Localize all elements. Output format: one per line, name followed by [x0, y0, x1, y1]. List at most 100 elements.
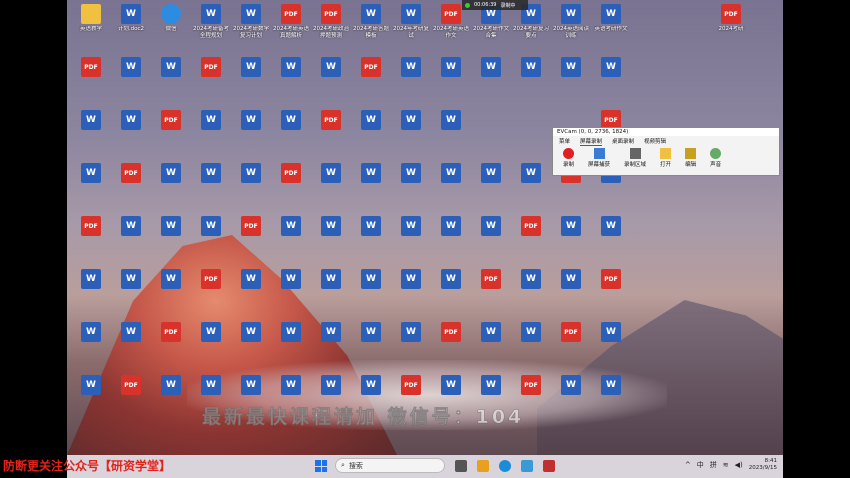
desktop-icon[interactable]: PDF: [512, 216, 550, 236]
desktop-icon[interactable]: W: [152, 57, 190, 77]
desktop-icon[interactable]: PDF 2024考研英语真题解析: [272, 4, 310, 40]
desktop-icon[interactable]: W: [312, 57, 350, 77]
desktop-icon[interactable]: W: [472, 322, 510, 342]
desktop-icon[interactable]: W: [432, 216, 470, 236]
desktop-icon[interactable]: W: [112, 269, 150, 289]
screen-capture-button[interactable]: 屏幕捕获: [588, 148, 610, 168]
recorder-app-icon[interactable]: [543, 460, 555, 472]
desktop-icon[interactable]: W: [592, 57, 630, 77]
desktop-icon[interactable]: W 英语考研作文: [592, 4, 630, 40]
desktop-icon[interactable]: PDF: [392, 375, 430, 395]
desktop-icon[interactable]: PDF: [272, 163, 310, 183]
desktop-icon[interactable]: W: [312, 322, 350, 342]
evcam-window[interactable]: EVCam (0, 0, 2736, 1824) 菜单 屏幕录制 桌面录制 视频…: [552, 127, 780, 176]
desktop-icon[interactable]: W: [232, 110, 270, 130]
desktop-icon[interactable]: W: [392, 269, 430, 289]
desktop-icon[interactable]: W: [352, 269, 390, 289]
desktop-icon[interactable]: PDF: [232, 216, 270, 236]
desktop-icon[interactable]: W: [112, 57, 150, 77]
tab-desktop-record[interactable]: 桌面录制: [612, 137, 634, 145]
desktop-icon[interactable]: PDF: [72, 57, 110, 77]
desktop-icon[interactable]: PDF: [72, 216, 110, 236]
desktop-icon[interactable]: W: [472, 163, 510, 183]
desktop-icon[interactable]: W: [432, 57, 470, 77]
desktop-icon[interactable]: W: [392, 110, 430, 130]
desktop-icon[interactable]: W: [392, 163, 430, 183]
desktop-icon[interactable]: W: [552, 216, 590, 236]
desktop-icon[interactable]: PDF: [592, 269, 630, 289]
desktop-icon[interactable]: PDF 2024考研: [712, 4, 750, 40]
tab-video-edit[interactable]: 视频剪辑: [644, 137, 666, 145]
desktop-icon[interactable]: W 2024考研答题模板: [352, 4, 390, 40]
desktop-icon[interactable]: W: [112, 216, 150, 236]
input-mode[interactable]: 拼: [710, 460, 717, 470]
desktop-icon[interactable]: W 2024年考研复试: [392, 4, 430, 40]
volume-icon[interactable]: ◀): [735, 461, 743, 469]
desktop-icon[interactable]: PDF: [152, 322, 190, 342]
desktop-icon[interactable]: W: [72, 163, 110, 183]
desktop-icon[interactable]: W: [232, 322, 270, 342]
desktop-icon[interactable]: W: [272, 110, 310, 130]
desktop-icon[interactable]: W: [352, 216, 390, 236]
desktop-icon[interactable]: W: [112, 110, 150, 130]
desktop-icon[interactable]: W: [152, 216, 190, 236]
file-explorer-icon[interactable]: [477, 460, 489, 472]
desktop-icon[interactable]: PDF: [552, 322, 590, 342]
desktop-icon[interactable]: W: [312, 375, 350, 395]
taskbar-search[interactable]: ⌕ 搜索: [335, 458, 445, 473]
desktop-icon[interactable]: W: [392, 216, 430, 236]
desktop-icon[interactable]: W: [72, 269, 110, 289]
desktop-icon[interactable]: W: [272, 322, 310, 342]
desktop-icon[interactable]: PDF: [312, 110, 350, 130]
desktop-icon[interactable]: W: [312, 163, 350, 183]
desktop-icon[interactable]: W: [152, 269, 190, 289]
desktop-icon[interactable]: 微信: [152, 4, 190, 40]
desktop-icon[interactable]: PDF: [352, 57, 390, 77]
clock[interactable]: 8:41 2023/9/15: [749, 458, 777, 472]
lang-indicator[interactable]: 中: [697, 460, 704, 470]
desktop-icon[interactable]: W: [312, 269, 350, 289]
desktop-icon[interactable]: W: [432, 375, 470, 395]
desktop-icon[interactable]: W: [232, 163, 270, 183]
desktop-icon[interactable]: W: [72, 375, 110, 395]
desktop-icon[interactable]: W: [432, 110, 470, 130]
desktop-icon[interactable]: PDF: [192, 269, 230, 289]
start-button[interactable]: [315, 460, 327, 472]
desktop-icon[interactable]: W: [352, 375, 390, 395]
edge-browser-icon[interactable]: [499, 460, 511, 472]
desktop-icon[interactable]: W: [472, 375, 510, 395]
desktop-icon[interactable]: W: [272, 57, 310, 77]
desktop-icon[interactable]: W: [552, 269, 590, 289]
desktop-icon[interactable]: W: [272, 216, 310, 236]
record-region-button[interactable]: 录制区域: [624, 148, 646, 168]
desktop-icon[interactable]: W: [72, 110, 110, 130]
desktop-icon[interactable]: W: [72, 322, 110, 342]
desktop-icon[interactable]: W 2024英语阅读训练: [552, 4, 590, 40]
chevron-up-icon[interactable]: ^: [685, 461, 691, 469]
desktop-icon[interactable]: W: [592, 375, 630, 395]
desktop-icon[interactable]: W: [392, 57, 430, 77]
desktop-icon[interactable]: W: [472, 216, 510, 236]
desktop-icon[interactable]: W: [152, 163, 190, 183]
desktop-icon[interactable]: PDF: [432, 322, 470, 342]
desktop-icon[interactable]: PDF: [112, 375, 150, 395]
desktop-icon[interactable]: W: [192, 375, 230, 395]
desktop-icon[interactable]: PDF: [472, 269, 510, 289]
store-icon[interactable]: [521, 460, 533, 472]
desktop-icon[interactable]: W: [352, 163, 390, 183]
sound-button[interactable]: 声音: [710, 148, 721, 168]
wifi-icon[interactable]: ≋: [723, 461, 729, 469]
desktop-icon[interactable]: W: [512, 269, 550, 289]
desktop-icon[interactable]: W: [472, 57, 510, 77]
desktop-icon[interactable]: PDF: [112, 163, 150, 183]
desktop-icon[interactable]: W: [272, 375, 310, 395]
desktop-icon[interactable]: PDF: [152, 110, 190, 130]
desktop-icon[interactable]: W: [432, 163, 470, 183]
desktop-icon[interactable]: W: [112, 322, 150, 342]
edit-button[interactable]: 编辑: [685, 148, 696, 168]
desktop-icon[interactable]: W: [232, 375, 270, 395]
desktop-icon[interactable]: W: [272, 269, 310, 289]
desktop-icon[interactable]: W: [512, 57, 550, 77]
desktop-icon[interactable]: W: [592, 216, 630, 236]
desktop-icon[interactable]: W: [552, 375, 590, 395]
